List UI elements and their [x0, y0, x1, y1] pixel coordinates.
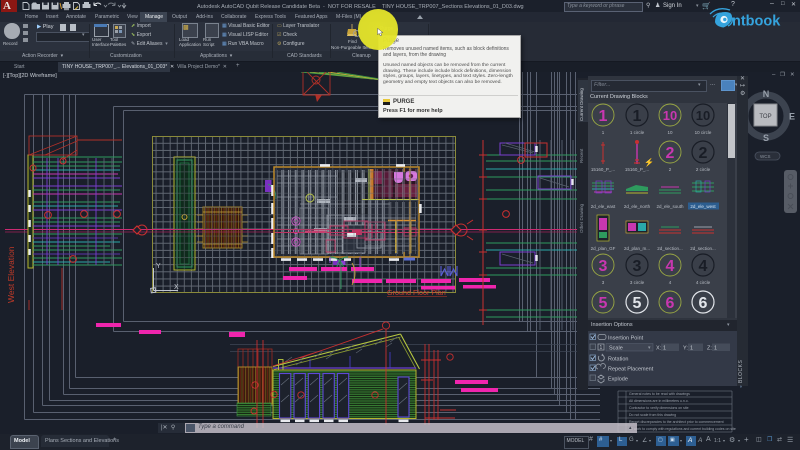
- svg-text:General notes to be read with: General notes to be read with drawings: [629, 392, 690, 396]
- svg-text:1: 1: [663, 346, 666, 352]
- svg-text:1 circle: 1 circle: [630, 130, 645, 135]
- svg-text:2d_ele_south: 2d_ele_south: [656, 204, 684, 209]
- svg-text:TOP: TOP: [759, 114, 771, 120]
- svg-text:1: 1: [599, 108, 608, 125]
- svg-text:Contractor to verify dimension: Contractor to verify dimensions on site: [629, 406, 689, 410]
- svg-text:2d_plan_m...: 2d_plan_m...: [624, 246, 650, 251]
- svg-text:Rotation: Rotation: [608, 357, 629, 363]
- svg-text:West Elevation: West Elevation: [6, 246, 16, 303]
- svg-text:Y:: Y:: [683, 346, 688, 352]
- svg-text:4: 4: [699, 258, 708, 275]
- svg-text:10: 10: [667, 130, 673, 135]
- svg-text:1: 1: [690, 346, 693, 352]
- svg-text:WCS: WCS: [760, 154, 771, 159]
- svg-text:Repeat Placement: Repeat Placement: [608, 367, 654, 373]
- svg-text:3: 3: [599, 258, 608, 275]
- svg-text:2d_section...: 2d_section...: [657, 246, 683, 251]
- svg-text:1: 1: [602, 130, 605, 135]
- svg-text:3: 3: [633, 258, 642, 275]
- svg-text:6: 6: [666, 295, 675, 312]
- svg-text:2d_ele_north: 2d_ele_north: [624, 204, 651, 209]
- svg-text:1: 1: [714, 346, 717, 352]
- svg-text:Scale: Scale: [609, 346, 623, 352]
- svg-text:Insertion Point: Insertion Point: [608, 336, 644, 342]
- svg-text:Z:: Z:: [707, 346, 712, 352]
- svg-text:5: 5: [633, 295, 642, 312]
- svg-text:10: 10: [696, 108, 710, 123]
- svg-text:6: 6: [699, 295, 708, 312]
- svg-text:5: 5: [599, 295, 608, 312]
- svg-text:All dimensions are in millimet: All dimensions are in millimeters u.n.o.: [629, 399, 689, 403]
- svg-text:2 circle: 2 circle: [696, 167, 711, 172]
- svg-text:2: 2: [666, 145, 675, 162]
- svg-text:X: X: [174, 284, 179, 291]
- svg-text:ntbook: ntbook: [732, 14, 781, 30]
- svg-text:S: S: [763, 133, 769, 143]
- svg-text:4: 4: [669, 280, 672, 285]
- svg-text:N: N: [763, 89, 770, 99]
- svg-text:2: 2: [699, 145, 708, 162]
- svg-text:⚡: ⚡: [644, 157, 654, 167]
- svg-text:15160_P_...: 15160_P_...: [591, 167, 615, 172]
- svg-text:2d_ele_west: 2d_ele_west: [690, 204, 716, 209]
- svg-text:4 circle: 4 circle: [696, 280, 711, 285]
- svg-text:1: 1: [633, 108, 642, 125]
- svg-text:All work to comply with regula: All work to comply with regulations and …: [629, 427, 736, 431]
- svg-text:Do not scale from this drawing: Do not scale from this drawing: [629, 413, 676, 417]
- svg-text:10 circle: 10 circle: [695, 130, 712, 135]
- svg-text:2d_section...: 2d_section...: [690, 246, 716, 251]
- svg-text:4: 4: [666, 258, 675, 275]
- svg-text:2d_ele_east: 2d_ele_east: [591, 204, 616, 209]
- svg-text:15160_P_...: 15160_P_...: [625, 167, 649, 172]
- svg-text:Y: Y: [156, 263, 161, 270]
- svg-text:3 circle: 3 circle: [630, 280, 645, 285]
- svg-text:Report discrepancies to the ar: Report discrepancies to the architect pr…: [629, 420, 724, 424]
- svg-text:2: 2: [669, 167, 672, 172]
- svg-text:3: 3: [602, 280, 605, 285]
- svg-text:Explode: Explode: [608, 377, 628, 383]
- svg-text:10: 10: [663, 108, 677, 123]
- svg-text:2d_plan_GF: 2d_plan_GF: [591, 246, 616, 251]
- svg-text:Ground Floor Plan: Ground Floor Plan: [387, 288, 446, 297]
- svg-text:X:: X:: [656, 346, 662, 352]
- svg-text:E: E: [789, 112, 795, 122]
- svg-text:1: 1: [600, 345, 603, 351]
